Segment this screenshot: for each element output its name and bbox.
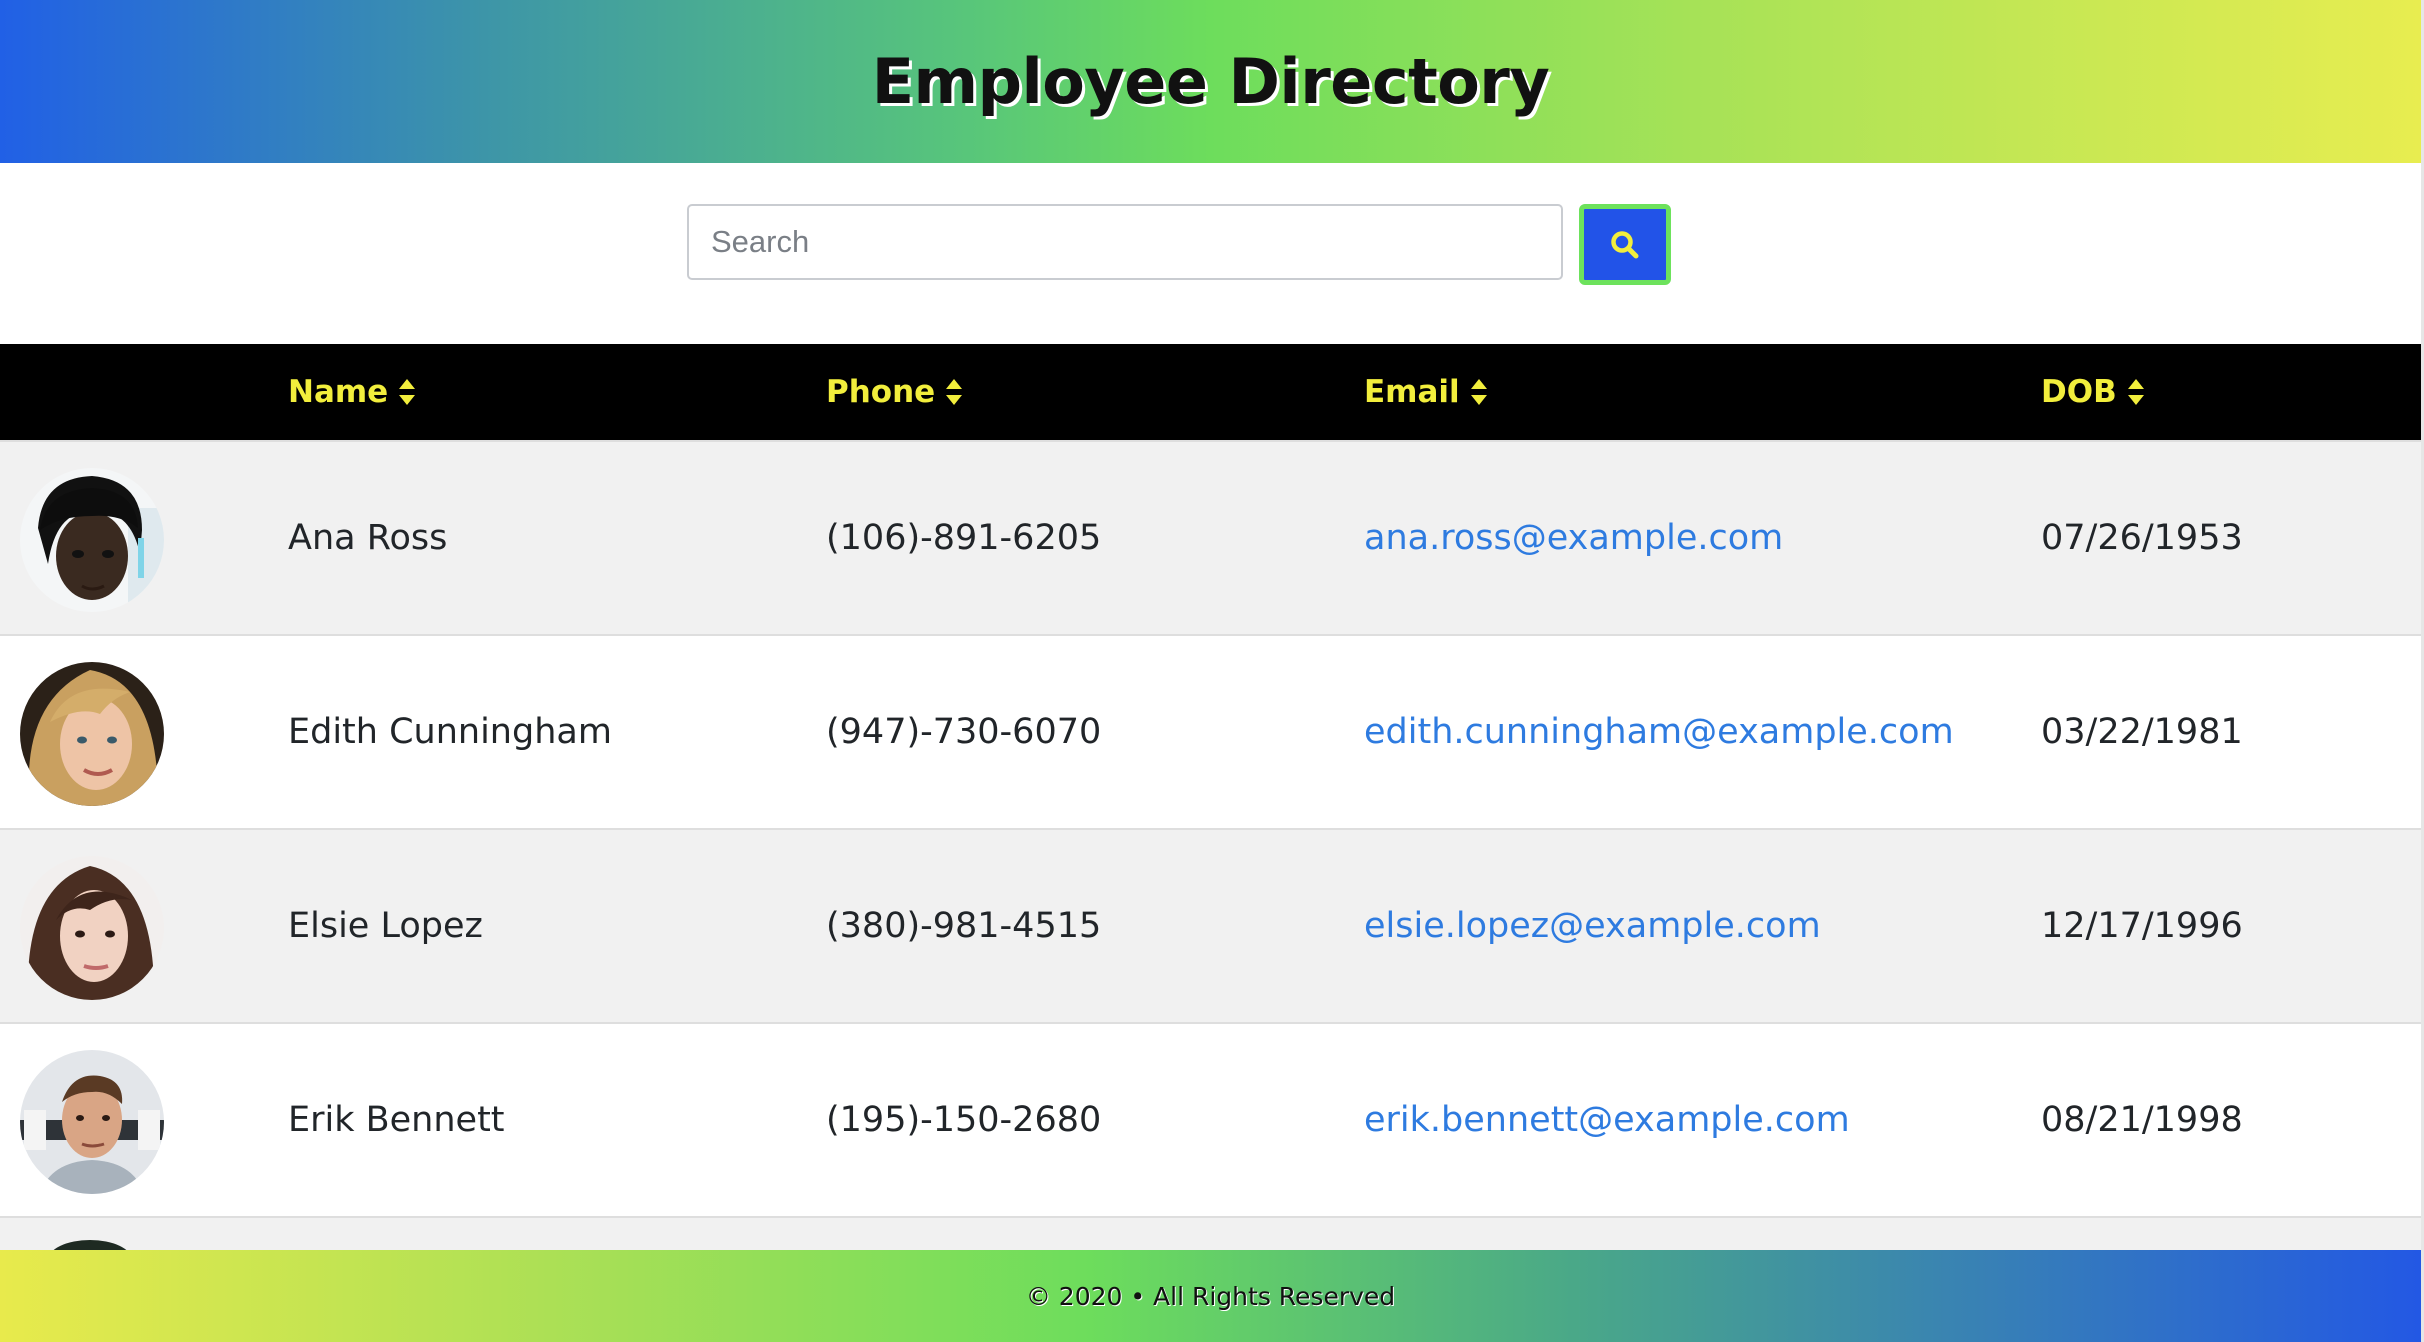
cell-phone: (106)-891-6205 [826, 518, 1102, 558]
sort-icon [1470, 378, 1488, 406]
cell-phone: (195)-150-2680 [826, 1100, 1102, 1140]
table-row: Erik Bennett (195)-150-2680 erik.bennett… [0, 1022, 2421, 1216]
cell-dob: 07/26/1953 [2041, 518, 2243, 558]
cell-name: Ana Ross [288, 518, 448, 558]
cell-dob: 12/17/1996 [2041, 906, 2243, 946]
email-link[interactable]: ana.ross@example.com [1364, 442, 1783, 634]
table-header: Name Phone Email DOB [0, 344, 2421, 440]
column-header-phone[interactable]: Phone [826, 344, 963, 440]
sort-icon [2127, 378, 2145, 406]
email-link[interactable]: erik.bennett@example.com [1364, 1024, 1850, 1216]
sort-icon [945, 378, 963, 406]
email-link[interactable]: edith.cunningham@example.com [1364, 636, 1954, 828]
avatar [20, 856, 164, 1000]
footer-text: © 2020 • All Rights Reserved [1025, 1281, 1396, 1311]
cell-name: Edith Cunningham [288, 712, 612, 752]
app-root: Employee Directory Name Phone [0, 0, 2424, 1342]
cell-phone: (947)-730-6070 [826, 712, 1102, 752]
column-header-label: DOB [2041, 374, 2117, 410]
search-bar [0, 163, 2421, 344]
cell-dob: 08/21/1998 [2041, 1100, 2243, 1140]
cell-phone: (380)-981-4515 [826, 906, 1102, 946]
search-button[interactable] [1579, 204, 1671, 285]
cell-name: Elsie Lopez [288, 906, 483, 946]
table-row: Elsie Lopez (380)-981-4515 elsie.lopez@e… [0, 828, 2421, 1022]
table-row: Edith Cunningham (947)-730-6070 edith.cu… [0, 634, 2421, 828]
page-footer: © 2020 • All Rights Reserved [0, 1250, 2421, 1342]
employee-table: Name Phone Email DOB Ana Ross (106)-891-… [0, 344, 2421, 1280]
search-icon [1611, 230, 1639, 258]
column-header-name[interactable]: Name [288, 344, 416, 440]
search-input[interactable] [687, 204, 1563, 280]
avatar [20, 468, 164, 612]
column-header-email[interactable]: Email [1364, 344, 1488, 440]
column-header-label: Phone [826, 374, 936, 410]
email-link[interactable]: elsie.lopez@example.com [1364, 830, 1821, 1022]
column-header-label: Email [1364, 374, 1460, 410]
cell-name: Erik Bennett [288, 1100, 505, 1140]
avatar [20, 662, 164, 806]
table-row: Ana Ross (106)-891-6205 ana.ross@example… [0, 440, 2421, 634]
cell-dob: 03/22/1981 [2041, 712, 2243, 752]
sort-icon [398, 378, 416, 406]
avatar [20, 1050, 164, 1194]
column-header-dob[interactable]: DOB [2041, 344, 2145, 440]
column-header-label: Name [288, 374, 389, 410]
page-title: Employee Directory [871, 45, 1550, 118]
page-header: Employee Directory [0, 0, 2421, 163]
